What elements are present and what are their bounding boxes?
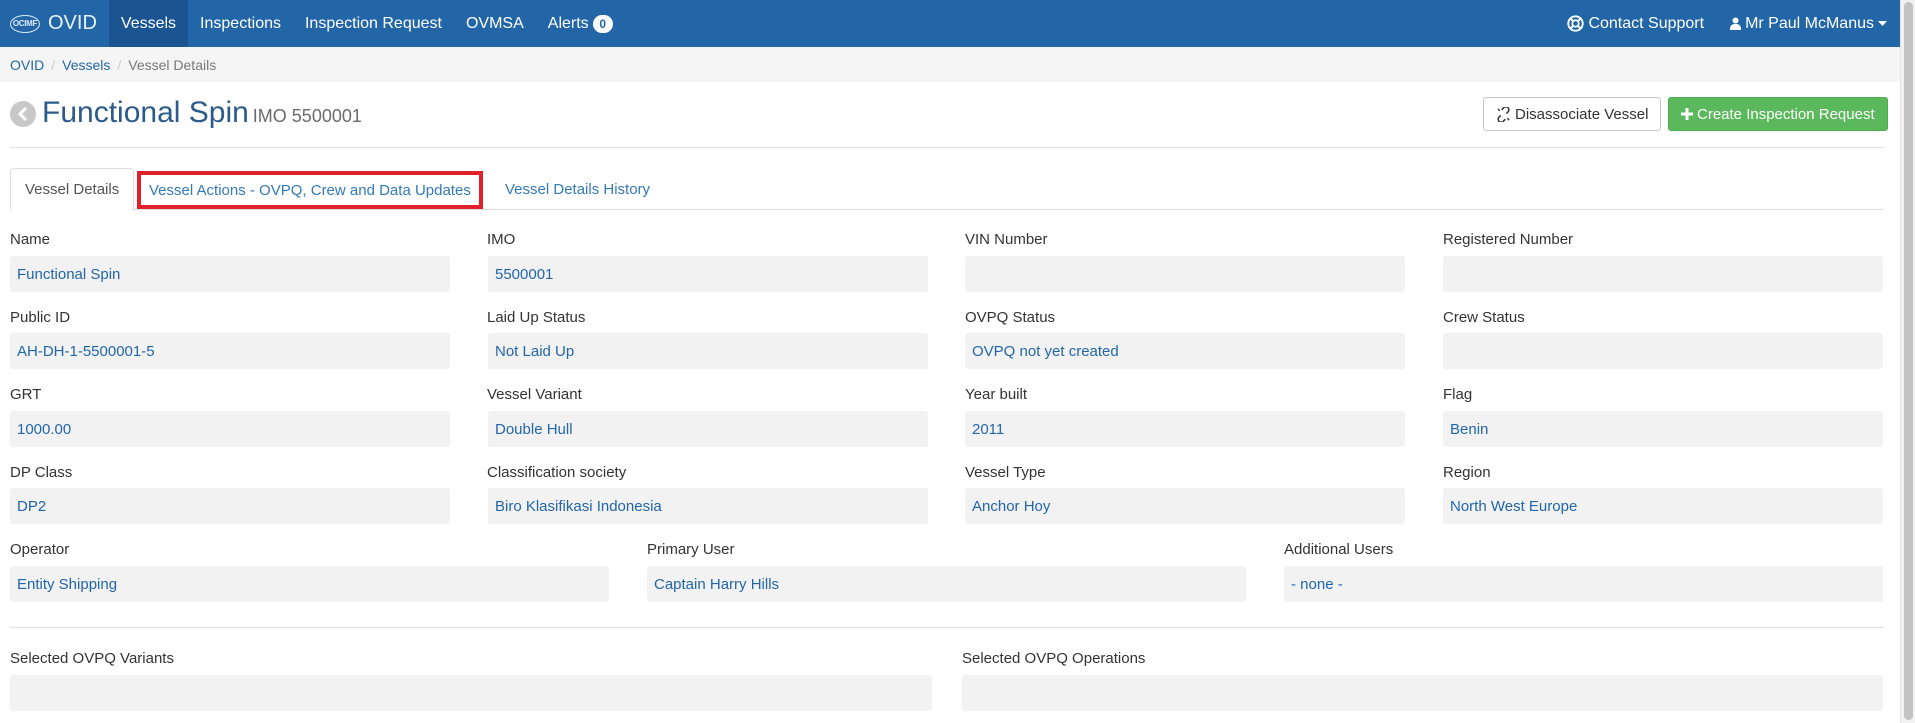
vessel-variant-label: Vessel Variant	[487, 386, 582, 403]
vessel-type-label: Vessel Type	[965, 464, 1046, 481]
vessel-tabs: Vessel Details Vessel Actions - OVPQ, Cr…	[10, 168, 1884, 211]
scrollbar-thumb[interactable]	[1904, 2, 1913, 720]
selected-ovpq-operations-value	[962, 675, 1883, 711]
grt-value: 1000.00	[10, 411, 450, 447]
primary-user-label: Primary User	[647, 541, 735, 558]
nav-item-inspection-request[interactable]: Inspection Request	[293, 0, 454, 47]
nav-item-ovmsa[interactable]: OVMSA	[454, 0, 536, 47]
disassociate-vessel-label: Disassociate Vessel	[1515, 105, 1649, 123]
chevron-left-circle-icon[interactable]	[10, 101, 36, 127]
disassociate-vessel-button[interactable]: Disassociate Vessel	[1483, 97, 1662, 131]
vessel-variant-value: Double Hull	[488, 411, 928, 447]
classification-society-value: Biro Klasifikasi Indonesia	[488, 488, 928, 524]
user-menu[interactable]: Mr Paul McManus	[1717, 0, 1900, 47]
dp-class-value: DP2	[10, 488, 450, 524]
name-label: Name	[10, 231, 51, 248]
alerts-label: Alerts	[547, 14, 589, 32]
crew-status-value	[1443, 333, 1883, 369]
brand-name: OVID	[48, 12, 97, 34]
ocimf-logo: OCIMF	[10, 14, 40, 33]
tab-vessel-details[interactable]: Vessel Details	[10, 168, 135, 211]
contact-support-label: Contact Support	[1588, 14, 1705, 32]
classification-society-label: Classification society	[487, 464, 627, 481]
name-value: Functional Spin	[10, 256, 450, 292]
flag-label: Flag	[1443, 386, 1473, 403]
page-title: Functional Spin IMO 5500001	[42, 96, 362, 130]
additional-users-value: - none -	[1284, 566, 1883, 602]
breadcrumb-vessels[interactable]: Vessels	[62, 57, 110, 73]
selected-ovpq-variants-label: Selected OVPQ Variants	[10, 650, 174, 667]
nav-item-vessels[interactable]: Vessels	[108, 0, 189, 47]
vin-number-value	[965, 256, 1405, 292]
alerts-count-badge: 0	[592, 14, 613, 33]
ovpq-status-label: OVPQ Status	[965, 309, 1056, 326]
additional-users-label: Additional Users	[1284, 541, 1394, 558]
breadcrumb: OVID / Vessels / Vessel Details	[0, 47, 1900, 82]
selected-ovpq-operations-label: Selected OVPQ Operations	[962, 650, 1146, 667]
selected-ovpq-variants-value	[10, 675, 932, 711]
scrollbar[interactable]	[1900, 0, 1915, 723]
laid-up-status-label: Laid Up Status	[487, 309, 586, 326]
create-inspection-request-button[interactable]: Create Inspection Request	[1668, 97, 1888, 131]
grt-label: GRT	[10, 386, 42, 403]
vin-number-label: VIN Number	[965, 231, 1048, 248]
region-label: Region	[1443, 464, 1491, 481]
crew-status-label: Crew Status	[1443, 309, 1525, 326]
laid-up-status-value: Not Laid Up	[488, 333, 928, 369]
life-ring-icon	[1567, 15, 1585, 32]
nav-item-inspections[interactable]: Inspections	[188, 0, 293, 47]
operator-value: Entity Shipping	[10, 566, 609, 602]
vessel-type-value: Anchor Hoy	[965, 488, 1405, 524]
top-navbar: OCIMF OVID Vessels Inspections Inspectio…	[0, 0, 1900, 47]
public-id-label: Public ID	[10, 309, 71, 326]
vessel-name-title: Functional Spin	[42, 96, 249, 129]
page-header: Functional Spin IMO 5500001 Disassociate …	[10, 93, 1888, 148]
breadcrumb-separator: /	[51, 56, 56, 73]
breadcrumb-separator: /	[117, 56, 122, 73]
section-divider	[10, 627, 1884, 628]
tab-vessel-details-history[interactable]: Vessel Details History	[491, 168, 664, 210]
user-name: Mr Paul McManus	[1745, 14, 1874, 32]
public-id-value: AH-DH-1-5500001-5	[10, 333, 450, 369]
tab-vessel-actions[interactable]: Vessel Actions - OVPQ, Crew and Data Upd…	[137, 171, 483, 209]
caret-down-icon	[1878, 20, 1887, 26]
imo-subtitle: IMO 5500001	[252, 106, 362, 126]
year-built-label: Year built	[965, 386, 1027, 403]
nav-item-alerts[interactable]: Alerts 0	[536, 0, 625, 47]
dp-class-label: DP Class	[10, 464, 73, 481]
unlink-icon	[1497, 106, 1510, 122]
imo-value: 5500001	[488, 256, 928, 292]
region-value: North West Europe	[1443, 488, 1883, 524]
registered-number-label: Registered Number	[1443, 231, 1574, 248]
imo-label: IMO	[487, 231, 516, 248]
registered-number-value	[1443, 256, 1883, 292]
contact-support-link[interactable]: Contact Support	[1554, 0, 1717, 47]
primary-user-value: Captain Harry Hills	[647, 566, 1246, 602]
ovpq-status-value: OVPQ not yet created	[965, 333, 1405, 369]
create-inspection-request-label: Create Inspection Request	[1697, 105, 1875, 123]
plus-icon	[1681, 108, 1693, 120]
operator-label: Operator	[10, 541, 70, 558]
year-built-value: 2011	[965, 411, 1405, 447]
brand[interactable]: OCIMF OVID	[0, 0, 109, 47]
flag-value: Benin	[1443, 411, 1883, 447]
breadcrumb-current: Vessel Details	[128, 56, 217, 73]
user-icon	[1730, 17, 1742, 30]
breadcrumb-ovid[interactable]: OVID	[10, 57, 44, 73]
